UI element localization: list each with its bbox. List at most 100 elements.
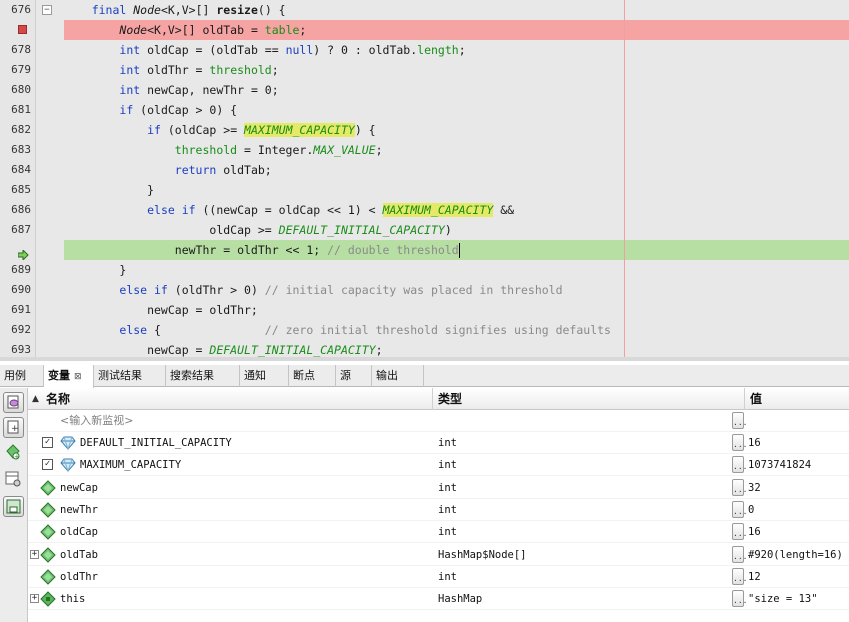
line-number[interactable]: 687	[0, 220, 31, 240]
line-number[interactable]: 680	[0, 80, 31, 100]
columns-settings-button[interactable]	[4, 470, 23, 488]
code-text[interactable]: newThr = oldThr << 1; // double threshol…	[64, 240, 460, 260]
breakpoint-icon[interactable]	[18, 25, 27, 34]
code-line[interactable]: 693 newCap = DEFAULT_INITIAL_CAPACITY;	[0, 340, 849, 357]
save-values-button[interactable]	[3, 496, 24, 517]
watch-checkbox[interactable]: ✓	[42, 459, 53, 471]
ellipsis-button[interactable]: ...	[732, 434, 747, 451]
column-divider[interactable]	[432, 388, 433, 410]
ellipsis-button[interactable]: ...	[732, 500, 747, 518]
ellipsis-button[interactable]: ...	[732, 523, 747, 541]
variable-value[interactable]: 32	[748, 477, 761, 499]
variables-table[interactable]: ▲ 名称 类型 值 <输入新监视> ... ✓ DEFAULT_INITIAL_C…	[28, 388, 849, 622]
expand-toggle-icon[interactable]: +	[30, 594, 39, 604]
tab-breakpoints[interactable]: 断点	[289, 365, 336, 387]
variable-name[interactable]: newCap	[60, 477, 98, 499]
tab-test-results[interactable]: 测试结果	[94, 365, 166, 387]
close-tab-icon[interactable]: ⊠	[74, 372, 82, 382]
code-line[interactable]: 689 }	[0, 260, 849, 280]
column-divider[interactable]	[744, 388, 745, 410]
ellipsis-button[interactable]: ...	[732, 567, 747, 585]
code-text[interactable]: final Node<K,V>[] resize() {	[64, 0, 286, 20]
code-text[interactable]: int oldThr = threshold;	[64, 60, 278, 80]
code-text[interactable]: return oldTab;	[64, 160, 272, 180]
code-line[interactable]: 679 int oldThr = threshold;	[0, 60, 849, 80]
code-text[interactable]: oldCap >= DEFAULT_INITIAL_CAPACITY)	[64, 220, 451, 240]
ellipsis-button[interactable]: ...	[732, 590, 747, 608]
watch-checkbox[interactable]: ✓	[42, 437, 53, 448]
code-line[interactable]: 690 else if (oldThr > 0) // initial capa…	[0, 280, 849, 300]
variable-value[interactable]: 12	[748, 566, 761, 588]
code-text[interactable]: int newCap, newThr = 0;	[64, 80, 278, 100]
line-number[interactable]: 678	[0, 40, 31, 60]
variable-value[interactable]: 16	[748, 521, 761, 543]
add-breakpoint-button[interactable]: +	[4, 443, 23, 461]
tab-sources[interactable]: 源	[336, 365, 372, 387]
variable-name[interactable]: this	[60, 588, 85, 610]
column-header-type[interactable]: 类型	[438, 388, 462, 410]
code-editor[interactable]: 676 − final Node<K,V>[] resize() { Node<K…	[0, 0, 849, 357]
line-number[interactable]: 690	[0, 280, 31, 300]
code-line[interactable]: 680 int newCap, newThr = 0;	[0, 80, 849, 100]
variable-row[interactable]: + oldTab HashMap$Node[]... #920(length=16)	[28, 544, 849, 566]
code-line[interactable]: 676 − final Node<K,V>[] resize() {	[0, 0, 849, 20]
code-line[interactable]: 685 }	[0, 180, 849, 200]
line-number[interactable]: 685	[0, 180, 31, 200]
variable-row[interactable]: + this HashMap... "size = 13"	[28, 588, 849, 611]
line-number[interactable]: 683	[0, 140, 31, 160]
code-line[interactable]: 692 else { // zero initial threshold sig…	[0, 320, 849, 340]
code-line[interactable]: 681 if (oldCap > 0) {	[0, 100, 849, 120]
line-number[interactable]: 691	[0, 300, 31, 320]
variable-name[interactable]: MAXIMUM_CAPACITY	[80, 454, 181, 476]
ellipsis-button[interactable]: ...	[732, 456, 747, 474]
variable-name[interactable]: oldCap	[60, 521, 98, 543]
variable-value[interactable]: #920(length=16)	[748, 544, 843, 566]
code-line[interactable]: 682 if (oldCap >= MAXIMUM_CAPACITY) {	[0, 120, 849, 140]
code-text[interactable]: if (oldCap >= MAXIMUM_CAPACITY) {	[64, 120, 376, 140]
variable-value[interactable]: 16	[748, 432, 761, 454]
variable-name[interactable]: newThr	[60, 499, 98, 521]
watch-tool-button[interactable]	[3, 392, 24, 413]
variable-row[interactable]: ✓ MAXIMUM_CAPACITY int... 1073741824	[28, 454, 849, 477]
line-number[interactable]: 682	[0, 120, 31, 140]
variable-name[interactable]: DEFAULT_INITIAL_CAPACITY	[80, 432, 232, 454]
code-line[interactable]: 684 return oldTab;	[0, 160, 849, 180]
line-number[interactable]: 681	[0, 100, 31, 120]
line-number[interactable]: 693	[0, 340, 31, 357]
code-text[interactable]: threshold = Integer.MAX_VALUE;	[64, 140, 383, 160]
sort-up-icon[interactable]: ▲	[32, 388, 39, 410]
ellipsis-button[interactable]: ...	[732, 478, 747, 496]
tab-usages[interactable]: 用例	[0, 365, 44, 387]
code-line[interactable]: 691 newCap = oldThr;	[0, 300, 849, 320]
ellipsis-button[interactable]: ...	[732, 545, 747, 563]
new-watch-row[interactable]: <输入新监视> ...	[28, 410, 849, 432]
new-watch-button[interactable]: +	[3, 417, 24, 438]
variable-value[interactable]: "size = 13"	[748, 588, 818, 610]
new-watch-placeholder[interactable]: <输入新监视>	[60, 410, 133, 432]
code-line[interactable]: newThr = oldThr << 1; // double threshol…	[0, 240, 849, 262]
expand-toggle-icon[interactable]: +	[30, 549, 39, 559]
code-line[interactable]: Node<K,V>[] oldTab = table;	[0, 20, 849, 40]
line-number[interactable]: 679	[0, 60, 31, 80]
fold-toggle-icon[interactable]: −	[42, 5, 52, 15]
line-number[interactable]: 686	[0, 200, 31, 220]
code-text[interactable]: else { // zero initial threshold signifi…	[64, 320, 611, 340]
code-text[interactable]: newCap = oldThr;	[64, 300, 258, 320]
code-text[interactable]: Node<K,V>[] oldTab = table;	[64, 20, 306, 40]
line-number[interactable]: 684	[0, 160, 31, 180]
ellipsis-button[interactable]: ...	[732, 412, 747, 429]
column-header-name[interactable]: 名称	[46, 388, 70, 410]
line-number[interactable]: 692	[0, 320, 31, 340]
code-text[interactable]: if (oldCap > 0) {	[64, 100, 237, 120]
line-number[interactable]: 676	[0, 0, 31, 20]
line-number[interactable]: 689	[0, 260, 31, 280]
variable-name[interactable]: oldThr	[60, 566, 98, 588]
code-text[interactable]: newCap = DEFAULT_INITIAL_CAPACITY;	[64, 340, 382, 357]
code-line[interactable]: 687 oldCap >= DEFAULT_INITIAL_CAPACITY)	[0, 220, 849, 240]
column-header-value[interactable]: 值	[750, 388, 762, 410]
variable-row[interactable]: newCap int... 32	[28, 477, 849, 499]
tab-variables[interactable]: 变量 ⊠	[44, 365, 94, 388]
tab-search-results[interactable]: 搜索结果	[166, 365, 240, 387]
code-text[interactable]: }	[64, 260, 126, 280]
code-text[interactable]: else if (oldThr > 0) // initial capacity…	[64, 280, 562, 300]
